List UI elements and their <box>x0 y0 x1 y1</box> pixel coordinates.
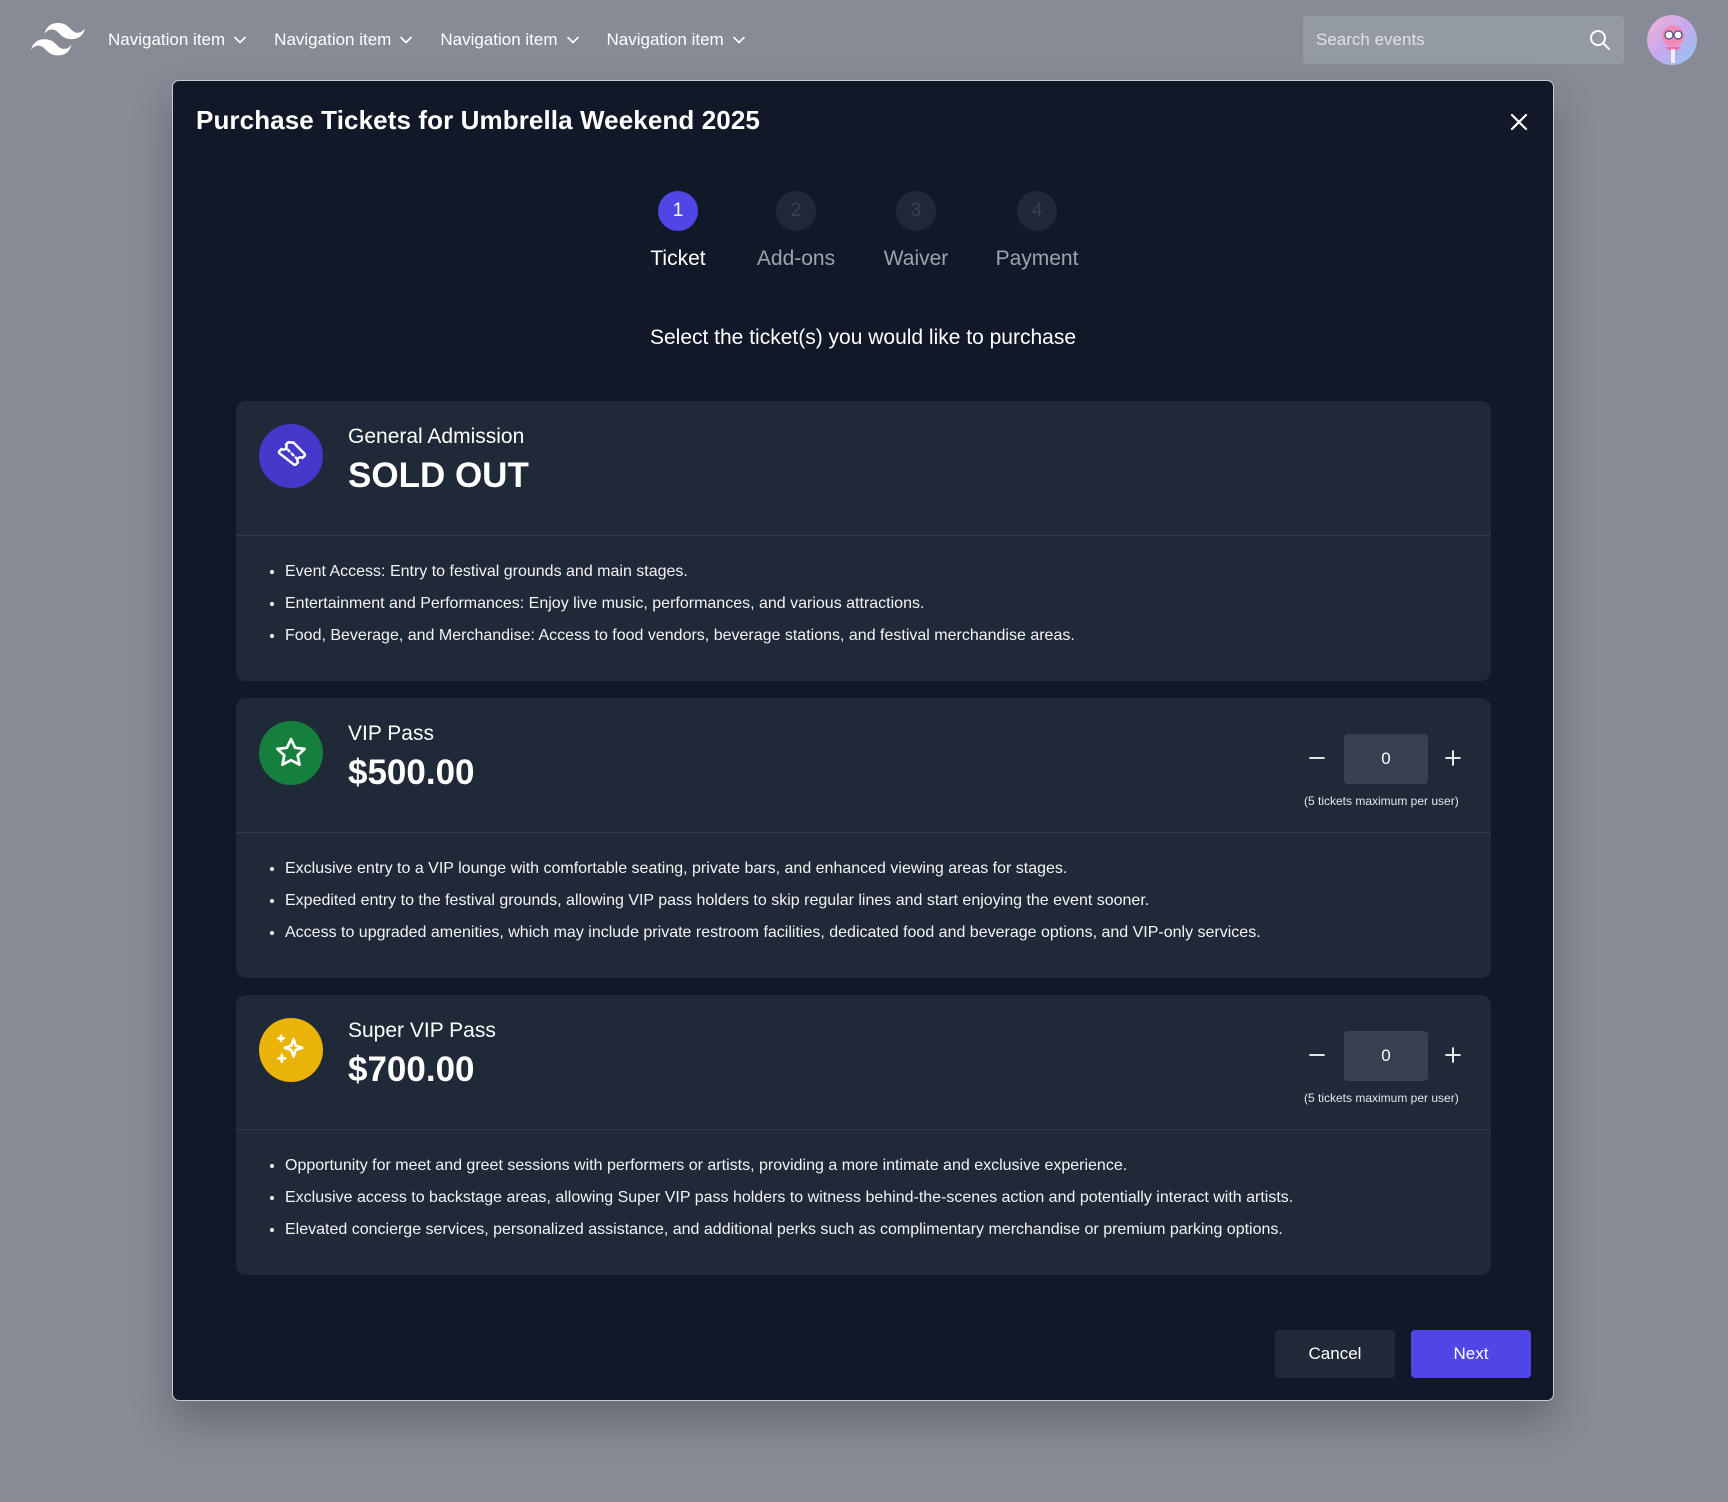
search-bar <box>1303 16 1624 64</box>
chevron-down-icon <box>234 36 246 44</box>
quantity-stepper <box>1291 734 1481 784</box>
top-navigation-bar: Navigation item Navigation item Navigati… <box>0 0 1728 80</box>
ticket-name: Super VIP Pass <box>348 1019 496 1042</box>
step-add-ons[interactable]: 2 Add-ons <box>731 191 861 271</box>
ticket-name: General Admission <box>348 425 525 448</box>
nav-item-label: Navigation item <box>274 30 392 49</box>
nav-item-4[interactable]: Navigation item <box>607 30 745 50</box>
next-button[interactable]: Next <box>1411 1330 1531 1378</box>
search-icon[interactable] <box>1588 28 1612 52</box>
nav-item-label: Navigation item <box>606 30 724 49</box>
step-label: Add-ons <box>756 247 836 270</box>
primary-navigation: Navigation item Navigation item Navigati… <box>108 0 773 80</box>
ticket-icon <box>259 424 323 488</box>
feature-item: Exclusive access to backstage areas, all… <box>285 1188 1491 1208</box>
star-icon <box>259 721 323 785</box>
feature-item: Food, Beverage, and Merchandise: Access … <box>285 626 1491 646</box>
modal-title: Purchase Tickets for Umbrella Weekend 20… <box>196 105 760 135</box>
ticket-features: Event Access: Entry to festival grounds … <box>236 536 1491 646</box>
step-payment[interactable]: 4 Payment <box>972 191 1102 271</box>
plus-icon[interactable] <box>1441 1043 1465 1067</box>
quantity-input[interactable] <box>1344 1031 1428 1081</box>
step-ticket[interactable]: 1 Ticket <box>613 191 743 271</box>
instruction-text: Select the ticket(s) you would like to p… <box>649 326 1077 349</box>
sparkles-icon <box>259 1018 323 1082</box>
ticket-features: Opportunity for meet and greet sessions … <box>236 1130 1491 1240</box>
quantity-stepper <box>1291 1031 1481 1081</box>
step-number: 1 <box>658 191 698 231</box>
feature-item: Expedited entry to the festival grounds,… <box>285 891 1491 911</box>
ticket-status: SOLD OUT <box>348 456 529 495</box>
ticket-card-header: VIP Pass $500.00 (5 tickets maximum per … <box>236 698 1491 833</box>
chevron-down-icon <box>566 36 579 44</box>
feature-item: Exclusive entry to a VIP lounge with com… <box>285 859 1491 879</box>
nav-item-2[interactable]: Navigation item <box>274 30 413 50</box>
nav-item-1[interactable]: Navigation item <box>108 30 246 50</box>
feature-item: Event Access: Entry to festival grounds … <box>285 562 1491 582</box>
nav-item-label: Navigation item <box>440 30 558 49</box>
nav-item-3[interactable]: Navigation item <box>440 30 579 50</box>
ticket-price: $500.00 <box>348 753 475 792</box>
step-waiver[interactable]: 3 Waiver <box>851 191 981 271</box>
plus-icon[interactable] <box>1441 746 1465 770</box>
ticket-card-general-admission: General Admission SOLD OUT Event Access:… <box>236 401 1491 681</box>
nav-item-label: Navigation item <box>108 30 226 49</box>
feature-item: Entertainment and Performances: Enjoy li… <box>285 594 1491 614</box>
close-icon[interactable] <box>1506 109 1532 135</box>
ticket-card-header: Super VIP Pass $700.00 (5 tickets maximu… <box>236 995 1491 1130</box>
step-number: 2 <box>776 191 816 231</box>
feature-item: Opportunity for meet and greet sessions … <box>285 1156 1491 1176</box>
step-number: 3 <box>896 191 936 231</box>
quantity-input[interactable] <box>1344 734 1428 784</box>
step-number: 4 <box>1017 191 1057 231</box>
tailwind-logo-icon[interactable] <box>31 22 85 58</box>
ticket-card-super-vip-pass: Super VIP Pass $700.00 (5 tickets maximu… <box>236 995 1491 1275</box>
quantity-limit-note: (5 tickets maximum per user) <box>1304 1091 1459 1105</box>
purchase-tickets-modal: Purchase Tickets for Umbrella Weekend 20… <box>172 80 1554 1401</box>
step-label: Waiver <box>883 247 949 270</box>
quantity-limit-note: (5 tickets maximum per user) <box>1304 794 1459 808</box>
ticket-card-vip-pass: VIP Pass $500.00 (5 tickets maximum per … <box>236 698 1491 978</box>
step-indicator: 1 Ticket 2 Add-ons 3 Waiver 4 Payment <box>173 191 1553 291</box>
user-avatar[interactable] <box>1647 15 1697 65</box>
minus-icon[interactable] <box>1305 746 1329 770</box>
ticket-card-header: General Admission SOLD OUT <box>236 401 1491 536</box>
chevron-down-icon <box>732 36 745 44</box>
ticket-price: $700.00 <box>348 1050 475 1089</box>
chevron-down-icon <box>400 36 413 44</box>
minus-icon[interactable] <box>1305 1043 1329 1067</box>
ticket-name: VIP Pass <box>348 722 434 745</box>
step-label: Payment <box>995 247 1079 270</box>
search-input[interactable] <box>1303 16 1576 64</box>
cancel-button[interactable]: Cancel <box>1275 1330 1395 1378</box>
ticket-features: Exclusive entry to a VIP lounge with com… <box>236 833 1491 943</box>
feature-item: Access to upgraded amenities, which may … <box>285 923 1491 943</box>
feature-item: Elevated concierge services, personalize… <box>285 1220 1491 1240</box>
step-label: Ticket <box>650 247 706 270</box>
